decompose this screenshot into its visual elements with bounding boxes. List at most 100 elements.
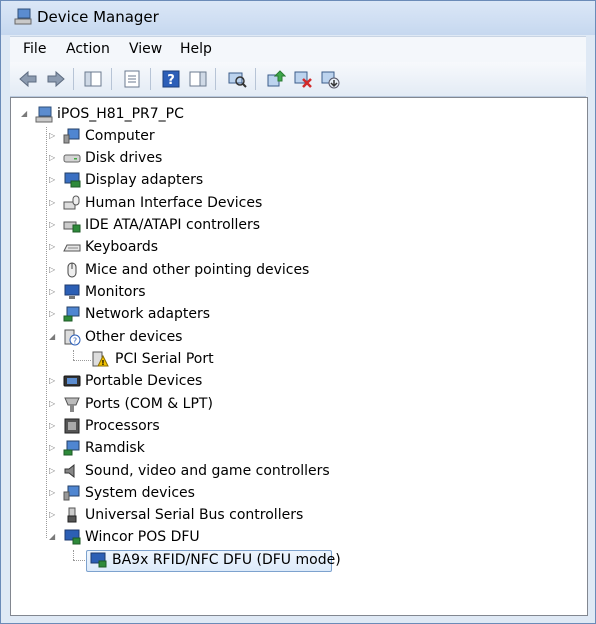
tree-root[interactable]: ◢ iPOS_H81_PR7_PC	[11, 104, 587, 124]
tree-item-label: Wincor POS DFU	[85, 529, 200, 545]
tree-item-label: Disk drives	[85, 150, 163, 166]
tree-root-label: iPOS_H81_PR7_PC	[57, 106, 184, 122]
title-bar[interactable]: Device Manager	[1, 1, 595, 35]
tree-item-label: System devices	[85, 485, 195, 501]
tree-item-label: Portable Devices	[85, 373, 203, 389]
menu-action[interactable]: Action	[66, 41, 110, 57]
window-title: Device Manager	[37, 8, 159, 26]
svg-text:?: ?	[73, 337, 77, 346]
device-manager-window: Device Manager File Action View Help ? ◢	[0, 0, 596, 624]
toolbar-separator	[73, 68, 74, 90]
svg-text:?: ?	[167, 73, 175, 88]
tree-item-sound[interactable]: ▷ Sound, video and game controllers	[11, 461, 587, 481]
tree-item-ba9x-rfid-nfc-dfu[interactable]: BA9x RFID/NFC DFU (DFU mode)	[11, 550, 587, 570]
toolbar-separator	[111, 68, 112, 90]
display-adapter-icon	[64, 172, 81, 188]
expand-arrow-icon[interactable]: ▷	[49, 309, 59, 319]
monitor-icon	[64, 284, 80, 299]
tree-item-wincor-pos-dfu[interactable]: ◢ Wincor POS DFU	[11, 527, 587, 547]
toolbar-separator	[150, 68, 151, 90]
properties-icon[interactable]	[122, 69, 142, 89]
expand-arrow-icon[interactable]: ▷	[49, 443, 59, 453]
collapse-arrow-icon[interactable]: ◢	[21, 109, 31, 119]
tree-item-monitors[interactable]: ▷ Monitors	[11, 282, 587, 302]
tree-item-label: BA9x RFID/NFC DFU (DFU mode)	[112, 552, 341, 568]
tree-item-keyboards[interactable]: ▷ Keyboards	[11, 237, 587, 257]
tree-item-portable-devices[interactable]: ▷ Portable Devices	[11, 371, 587, 391]
disk-drive-icon	[63, 154, 81, 163]
ramdisk-icon	[63, 440, 80, 456]
ide-controller-icon	[63, 221, 81, 233]
expand-arrow-icon[interactable]: ▷	[49, 287, 59, 297]
show-hide-console-tree-icon[interactable]	[83, 69, 103, 89]
scan-hardware-icon[interactable]	[227, 69, 247, 89]
menu-help[interactable]: Help	[180, 41, 212, 57]
mouse-icon	[67, 262, 77, 278]
expand-arrow-icon[interactable]: ▷	[49, 466, 59, 476]
uninstall-device-icon[interactable]	[320, 69, 340, 89]
tree-item-disk-drives[interactable]: ▷ Disk drives	[11, 148, 587, 168]
speaker-icon	[64, 463, 75, 479]
tree-item-ramdisk[interactable]: ▷ Ramdisk	[11, 438, 587, 458]
action-pane-icon[interactable]	[188, 69, 208, 89]
tree-item-label: Monitors	[85, 284, 146, 300]
tree-item-label: Processors	[85, 418, 160, 434]
device-manager-icon	[14, 8, 32, 25]
computer-icon	[63, 128, 80, 144]
computer-icon	[35, 106, 53, 123]
device-tree[interactable]: ◢ iPOS_H81_PR7_PC ▷ Computer ▷ Disk driv…	[10, 97, 588, 616]
tree-item-label: Other devices	[85, 329, 183, 345]
wincor-device-icon	[64, 529, 81, 545]
tree-item-label: Sound, video and game controllers	[85, 463, 330, 479]
tree-item-usb-controllers[interactable]: ▷ Universal Serial Bus controllers	[11, 505, 587, 525]
svg-text:!: !	[101, 359, 104, 367]
tree-item-label: Mice and other pointing devices	[85, 262, 310, 278]
toolbar: ?	[10, 62, 586, 97]
tree-item-system-devices[interactable]: ▷ System devices	[11, 483, 587, 503]
expand-arrow-icon[interactable]: ▷	[49, 153, 59, 163]
expand-arrow-icon[interactable]: ▷	[49, 488, 59, 498]
usb-icon	[67, 507, 77, 523]
tree-item-label: Keyboards	[85, 239, 159, 255]
tree-item-other-devices[interactable]: ◢ ? Other devices	[11, 327, 587, 347]
disable-device-icon[interactable]	[293, 69, 313, 89]
expand-arrow-icon[interactable]: ▷	[49, 376, 59, 386]
update-driver-icon[interactable]	[266, 69, 286, 89]
menu-file[interactable]: File	[23, 41, 46, 57]
forward-arrow-icon[interactable]	[46, 69, 66, 89]
tree-item-computer[interactable]: ▷ Computer	[11, 126, 587, 146]
tree-item-human-interface-devices[interactable]: ▷ Human Interface Devices	[11, 193, 587, 213]
help-icon[interactable]: ?	[161, 69, 181, 89]
tree-item-label: Display adapters	[85, 172, 204, 188]
tree-item-label: IDE ATA/ATAPI controllers	[85, 217, 261, 233]
expand-arrow-icon[interactable]: ▷	[49, 421, 59, 431]
system-device-icon	[63, 485, 80, 501]
tree-item-network-adapters[interactable]: ▷ Network adapters	[11, 304, 587, 324]
tree-item-processors[interactable]: ▷ Processors	[11, 416, 587, 436]
tree-item-mice[interactable]: ▷ Mice and other pointing devices	[11, 260, 587, 280]
tree-item-label: Human Interface Devices	[85, 195, 263, 211]
expand-arrow-icon[interactable]: ▷	[49, 175, 59, 185]
tree-item-display-adapters[interactable]: ▷ Display adapters	[11, 170, 587, 190]
tree-item-ports[interactable]: ▷ Ports (COM & LPT)	[11, 394, 587, 414]
portable-device-icon	[63, 375, 81, 387]
expand-arrow-icon[interactable]: ▷	[49, 198, 59, 208]
expand-arrow-icon[interactable]: ▷	[49, 399, 59, 409]
tree-item-label: Universal Serial Bus controllers	[85, 507, 304, 523]
port-icon	[64, 397, 80, 412]
tree-item-pci-serial-port[interactable]: ! PCI Serial Port	[11, 349, 587, 369]
collapse-arrow-icon[interactable]: ◢	[49, 332, 59, 342]
expand-arrow-icon[interactable]: ▷	[49, 265, 59, 275]
menu-view[interactable]: View	[129, 41, 162, 57]
tree-item-label: Ports (COM & LPT)	[85, 396, 213, 412]
expand-arrow-icon[interactable]: ▷	[49, 220, 59, 230]
tree-item-label: Computer	[85, 128, 155, 144]
collapse-arrow-icon[interactable]: ◢	[49, 532, 59, 542]
tree-item-ide-controllers[interactable]: ▷ IDE ATA/ATAPI controllers	[11, 215, 587, 235]
expand-arrow-icon[interactable]: ▷	[49, 131, 59, 141]
tree-item-label: PCI Serial Port	[115, 351, 214, 367]
back-arrow-icon[interactable]	[18, 69, 38, 89]
expand-arrow-icon[interactable]: ▷	[49, 510, 59, 520]
expand-arrow-icon[interactable]: ▷	[49, 242, 59, 252]
toolbar-separator	[255, 68, 256, 90]
